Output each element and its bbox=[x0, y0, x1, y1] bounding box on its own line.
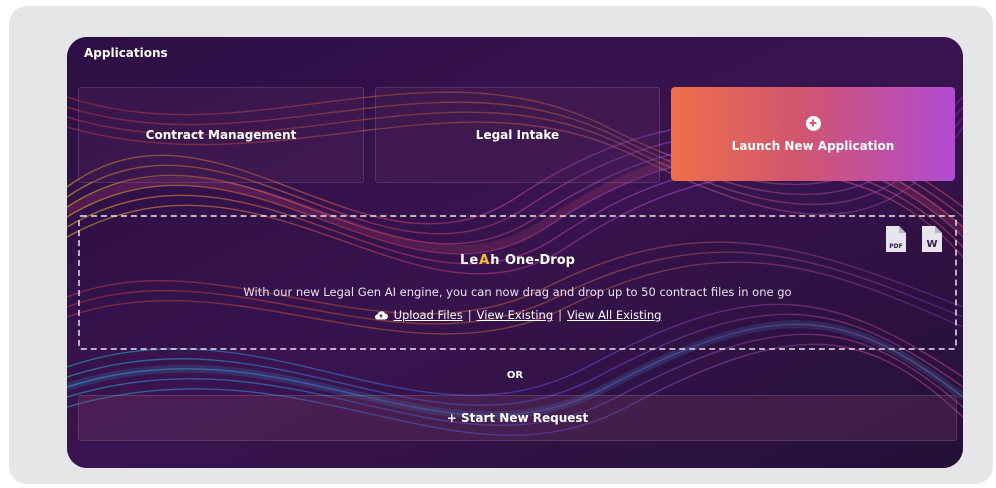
link-separator: | bbox=[558, 308, 562, 322]
card-label: Launch New Application bbox=[731, 138, 895, 153]
applications-panel: Applications Contract Management Legal I… bbox=[67, 37, 963, 468]
contract-management-card[interactable]: Contract Management bbox=[78, 87, 364, 183]
pdf-file-icon: PDF bbox=[886, 226, 906, 252]
word-file-icon: W bbox=[922, 226, 942, 252]
one-drop-dropzone[interactable]: PDF W LeAh One-Drop With our new Legal G… bbox=[78, 215, 957, 350]
legal-intake-card[interactable]: Legal Intake bbox=[375, 87, 660, 183]
dropzone-description: With our new Legal Gen AI engine, you ca… bbox=[243, 285, 792, 299]
start-new-request-button[interactable]: + Start New Request bbox=[78, 395, 957, 441]
cloud-upload-icon bbox=[374, 311, 388, 320]
outer-frame: Applications Contract Management Legal I… bbox=[9, 6, 993, 484]
link-separator: | bbox=[467, 308, 472, 322]
view-all-existing-link[interactable]: View All Existing bbox=[567, 308, 661, 322]
card-label: Contract Management bbox=[145, 128, 297, 142]
plus-circle-icon bbox=[805, 115, 821, 131]
file-type-icons: PDF W bbox=[885, 225, 943, 253]
section-title: Applications bbox=[84, 46, 168, 60]
one-drop-heading: LeAh One-Drop bbox=[80, 253, 955, 268]
launch-new-application-button[interactable]: Launch New Application bbox=[671, 87, 955, 181]
leah-logo: LeAh bbox=[460, 253, 501, 268]
product-name: One-Drop bbox=[505, 253, 575, 268]
upload-files-link[interactable]: Upload Files bbox=[394, 308, 463, 322]
start-request-label: + Start New Request bbox=[446, 411, 589, 425]
or-divider: OR bbox=[506, 370, 524, 381]
card-label: Legal Intake bbox=[475, 128, 560, 142]
svg-text:W: W bbox=[926, 239, 937, 250]
view-existing-link[interactable]: View Existing bbox=[477, 308, 554, 322]
svg-text:PDF: PDF bbox=[889, 243, 902, 250]
dropzone-links: Upload Files | View Existing | View All Exis… bbox=[80, 308, 955, 322]
